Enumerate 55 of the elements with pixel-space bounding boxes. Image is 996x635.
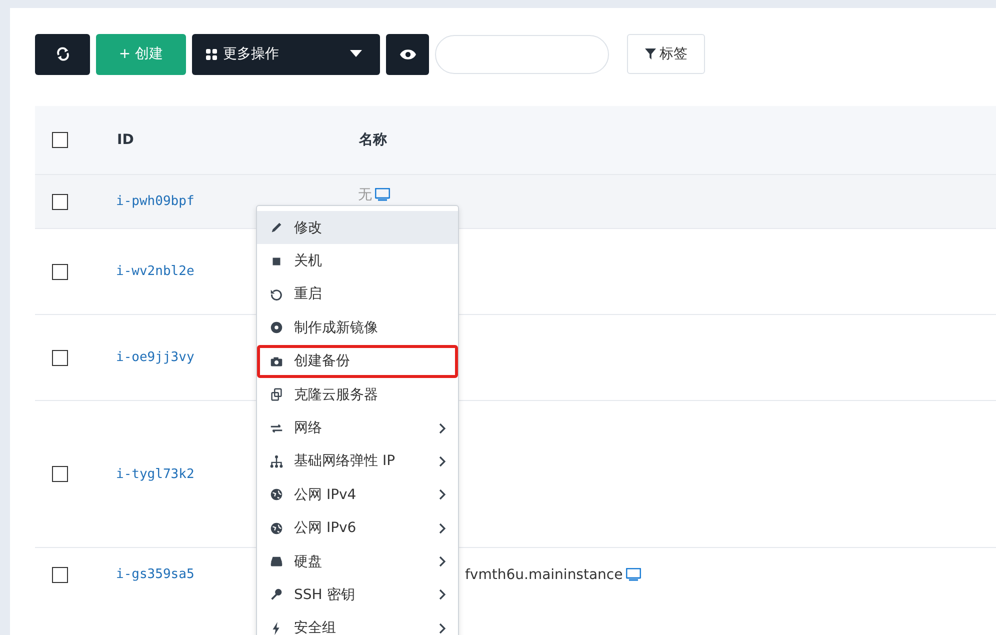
chevron-icon xyxy=(439,422,446,434)
monitor-icon[interactable] xyxy=(626,568,641,582)
refresh-icon xyxy=(56,47,70,61)
menu-item[interactable]: 基础网络弹性 IP xyxy=(257,444,458,478)
menu-item[interactable]: 关机 xyxy=(257,244,458,278)
search-field[interactable] xyxy=(435,34,609,74)
filter-icon xyxy=(644,48,656,60)
instance-id-link[interactable]: i-pwh09bpf xyxy=(116,194,194,209)
chevron-icon xyxy=(439,589,446,600)
instance-name: 无 xyxy=(358,186,372,204)
chevron-icon xyxy=(439,556,446,568)
clone-icon xyxy=(269,387,284,402)
network-icon xyxy=(269,454,284,469)
grid-icon xyxy=(206,48,217,60)
column-header: ID xyxy=(117,132,134,148)
chevron-icon xyxy=(439,456,446,467)
menu-item[interactable]: 硬盘 xyxy=(257,544,458,578)
instance-id-link[interactable]: i-tygl73k2 xyxy=(116,466,194,482)
column-header: 名称 xyxy=(359,132,387,148)
checkbox[interactable] xyxy=(52,350,68,366)
chevron-icon xyxy=(439,522,446,534)
globe-icon xyxy=(269,487,284,502)
checkbox[interactable] xyxy=(52,264,68,280)
menu-item[interactable]: 重启 xyxy=(257,278,458,312)
more-actions-label: 更多操作 xyxy=(223,45,279,63)
menu-item[interactable]: 克隆云服务器 xyxy=(257,378,458,412)
checkbox[interactable] xyxy=(52,466,68,482)
menu-item[interactable]: 安全组 xyxy=(257,612,458,635)
disc-icon xyxy=(269,320,284,336)
menu-item[interactable]: 制作成新镜像 xyxy=(257,311,458,345)
refresh-button[interactable] xyxy=(35,34,90,74)
key-icon xyxy=(269,587,284,602)
more-actions-dropdown[interactable]: 更多操作 xyxy=(192,34,380,74)
checkbox[interactable] xyxy=(52,194,68,210)
menu-item[interactable]: 公网 IPv6 xyxy=(257,512,458,545)
eye-icon xyxy=(400,48,416,60)
restart-icon xyxy=(269,286,284,302)
instance-id-link[interactable]: i-wv2nbl2e xyxy=(116,264,194,279)
caret-icon xyxy=(350,50,362,58)
instance-id-link[interactable]: i-gs359sa5 xyxy=(116,567,194,582)
tag-filter-button[interactable]: 标签 xyxy=(627,34,705,74)
monitor-icon[interactable] xyxy=(375,188,390,201)
checkbox[interactable] xyxy=(52,132,68,148)
chevron-icon xyxy=(439,489,446,500)
menu-item[interactable]: SSH 密钥 xyxy=(257,578,458,612)
globe-icon xyxy=(269,520,284,536)
instance-name: fvmth6u.maininstance xyxy=(465,566,623,583)
chevron-icon xyxy=(439,622,446,634)
instance-id-link[interactable]: i-oe9jj3vy xyxy=(116,350,194,365)
checkbox[interactable] xyxy=(52,566,68,583)
menu-item[interactable]: 网络 xyxy=(257,411,458,445)
menu-item[interactable]: 修改 xyxy=(257,211,458,244)
view-button[interactable] xyxy=(386,34,429,74)
menu-item[interactable]: 公网 IPv4 xyxy=(257,478,458,512)
menu-item[interactable]: 创建备份 xyxy=(257,344,458,378)
